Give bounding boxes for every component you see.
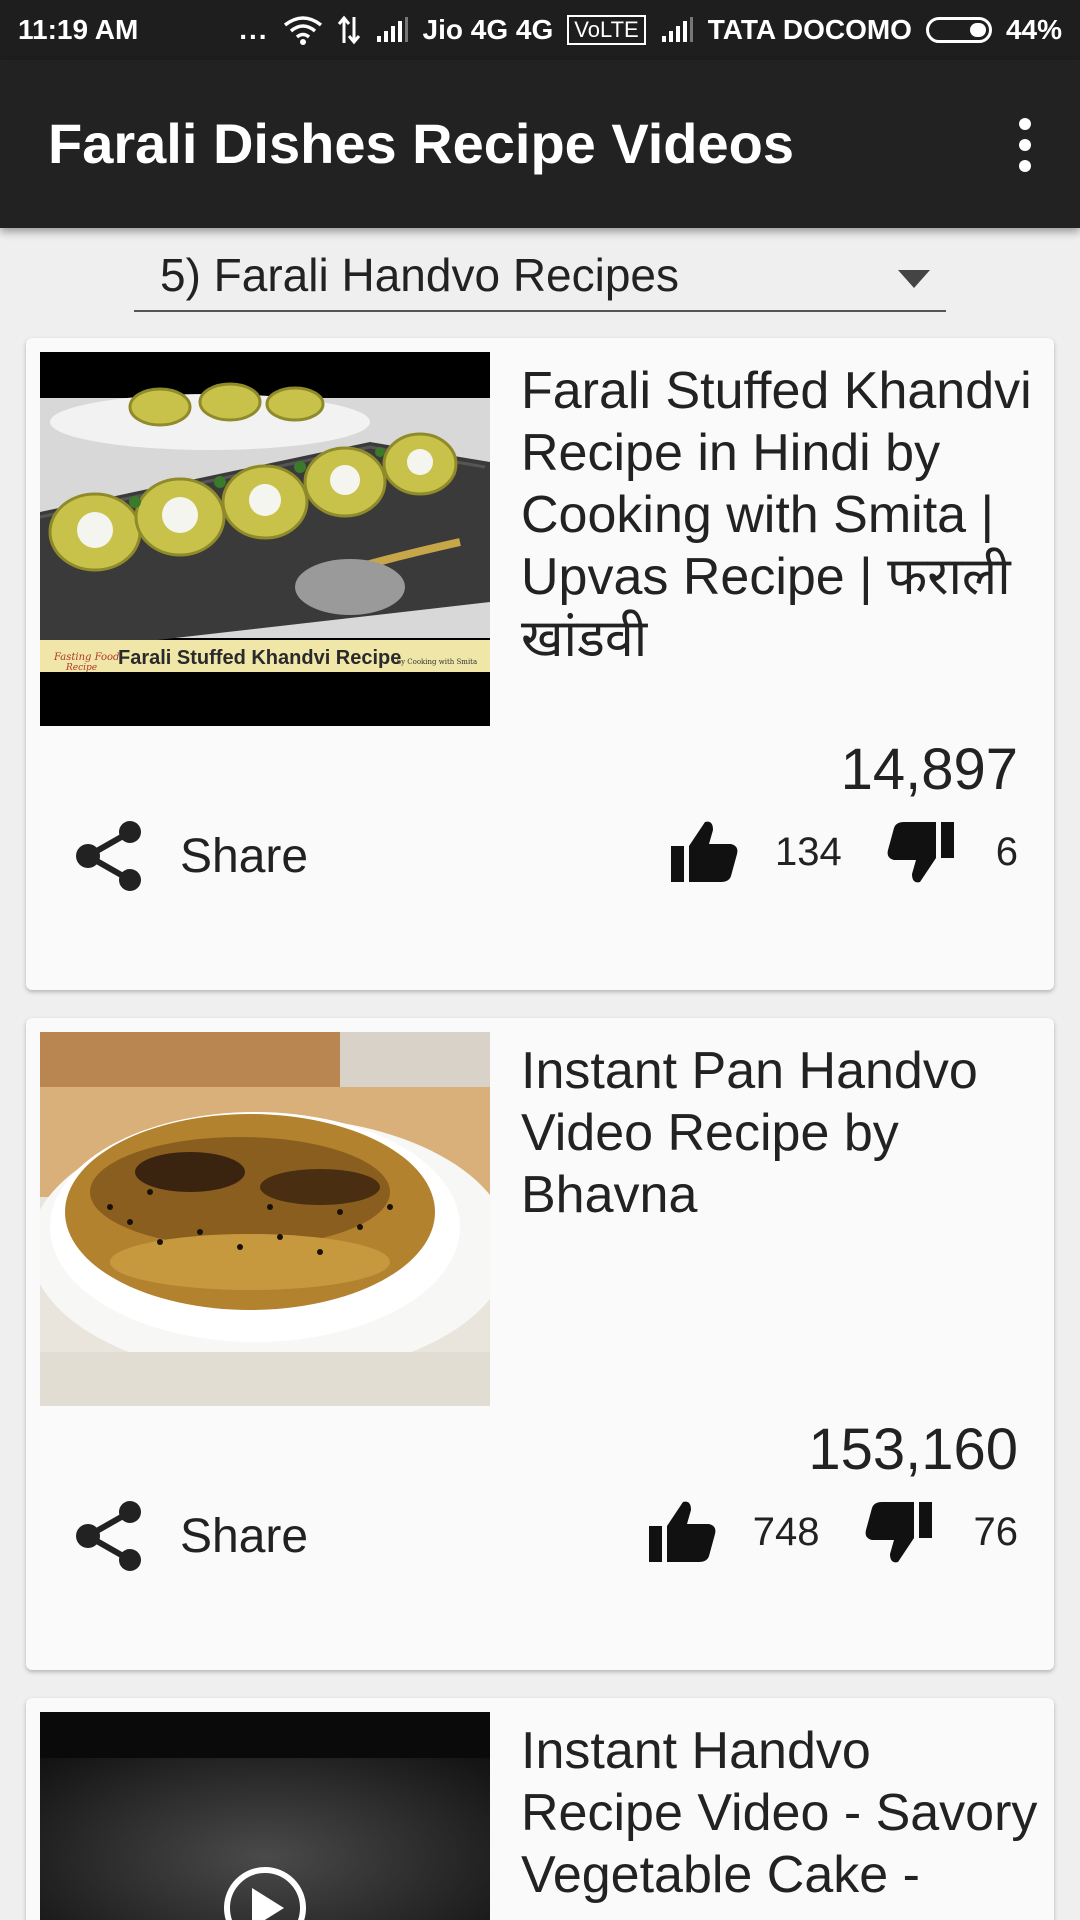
overflow-menu-icon[interactable]: [1000, 110, 1050, 180]
battery-percent: 44%: [1005, 14, 1062, 45]
video-title[interactable]: Farali Stuffed Khandvi Recipe in Hindi b…: [521, 360, 1041, 670]
share-button[interactable]: Share: [74, 820, 308, 892]
video-thumbnail[interactable]: [40, 1712, 490, 1920]
status-indicators: ... Jio 4G 4G VoLTE TATA DOCOMO 44%: [239, 14, 1062, 46]
share-icon: [74, 1500, 144, 1572]
carrier-2: TATA DOCOMO: [707, 14, 912, 45]
status-time: 11:19 AM: [18, 14, 139, 45]
thumbs-down-icon[interactable]: [864, 1500, 934, 1564]
dislike-count: 6: [995, 829, 1018, 874]
video-thumbnail[interactable]: Fasting Food Recipe Farali Stuffed Khand…: [40, 352, 490, 726]
rating-row: 134 6: [669, 820, 1018, 884]
video-card[interactable]: Instant Pan Handvo Video Recipe by Bhavn…: [26, 1018, 1054, 1670]
signal-icon: [660, 16, 694, 44]
data-transfer-icon: [337, 15, 361, 45]
thumb-caption: Farali Stuffed Khandvi Recipe: [118, 647, 401, 669]
category-dropdown-value: 5) Farali Handvo Recipes: [160, 249, 680, 301]
carrier-1: Jio 4G 4G: [422, 14, 554, 45]
thumbs-down-icon[interactable]: [886, 820, 956, 884]
video-thumbnail[interactable]: [40, 1032, 490, 1406]
thumb-badge-line2: Recipe: [65, 663, 97, 673]
status-bar: 11:19 AM ... Jio 4G 4G VoLTE TATA DOCOMO…: [0, 0, 1080, 60]
thumbs-up-icon[interactable]: [647, 1500, 717, 1564]
more-notifications-icon: ...: [239, 14, 269, 45]
battery-icon: [925, 17, 992, 43]
thumb-credit: - by Cooking with Smita: [392, 658, 477, 666]
view-count: 153,160: [808, 1417, 1018, 1482]
video-card[interactable]: Fasting Food Recipe Farali Stuffed Khand…: [26, 338, 1054, 990]
share-label: Share: [180, 829, 309, 883]
like-count: 134: [775, 829, 842, 874]
wifi-icon: [283, 15, 323, 45]
dislike-count: 76: [973, 1509, 1019, 1554]
signal-icon: [375, 16, 409, 44]
share-icon: [74, 820, 144, 892]
video-title[interactable]: Instant Handvo Recipe Video - Savory Veg…: [521, 1720, 1041, 1906]
category-dropdown[interactable]: 5) Farali Handvo Recipes: [134, 240, 946, 312]
thumb-badge-line1: Fasting Food: [53, 652, 119, 663]
view-count: 14,897: [840, 737, 1018, 802]
video-title[interactable]: Instant Pan Handvo Video Recipe by Bhavn…: [521, 1040, 1041, 1226]
app-bar: Farali Dishes Recipe Videos: [0, 60, 1080, 228]
share-label: Share: [180, 1509, 309, 1563]
like-count: 748: [752, 1509, 820, 1554]
dropdown-arrow-icon: [898, 270, 930, 288]
volte-badge: VoLTE: [567, 15, 646, 45]
app-title: Farali Dishes Recipe Videos: [48, 112, 794, 175]
rating-row: 748 76: [647, 1500, 1018, 1564]
video-card[interactable]: Instant Handvo Recipe Video - Savory Veg…: [26, 1698, 1054, 1920]
share-button[interactable]: Share: [74, 1500, 308, 1572]
thumbs-up-icon[interactable]: [669, 820, 739, 884]
